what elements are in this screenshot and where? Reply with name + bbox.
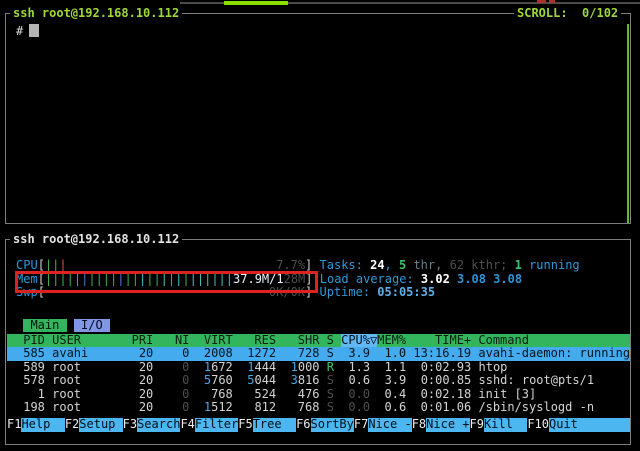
table-row[interactable]: 578 root 20 0 5760 5044 3816 S 0.6 3.9 0… (7, 374, 630, 388)
video-progress-marker (549, 0, 555, 3)
fkey-action-sortby[interactable]: SortBy (311, 418, 354, 432)
fkey-action-search[interactable]: Search (137, 418, 180, 432)
fkey-key-f9[interactable]: F9 (470, 418, 484, 432)
table-row[interactable]: 198 root 20 0 1512 812 768 S 0.0 0.6 0:0… (7, 401, 630, 415)
fkey-key-f2[interactable]: F2 (65, 418, 79, 432)
scrollbar[interactable] (627, 24, 629, 223)
fkey-key-f4[interactable]: F4 (180, 418, 194, 432)
fkey-action-nice-[interactable]: Nice + (426, 418, 469, 432)
process-table-header[interactable]: PID USER PRI NI VIRT RES SHR S CPU%▽MEM%… (7, 334, 630, 348)
fkey-key-f8[interactable]: F8 (412, 418, 426, 432)
fkey-action-quit[interactable]: Quit (549, 418, 630, 432)
fkey-key-f6[interactable]: F6 (296, 418, 310, 432)
pane-htop-title: ssh root@192.168.10.112 (10, 233, 182, 246)
fkey-action-filter[interactable]: Filter (195, 418, 238, 432)
table-row[interactable]: 589 root 20 0 1672 1444 1000 R 1.3 1.1 0… (7, 361, 630, 375)
table-row[interactable]: 585 avahi 20 0 2008 1272 728 S 3.9 1.0 1… (7, 347, 630, 361)
fkey-bar: F1Help F2Setup F3SearchF4FilterF5Tree F6… (7, 418, 630, 432)
annotation-red-box (15, 271, 318, 293)
shell-prompt[interactable]: # (16, 24, 23, 38)
fkey-key-f5[interactable]: F5 (238, 418, 252, 432)
pane-shell-border (5, 13, 631, 224)
fkey-action-tree[interactable]: Tree (253, 418, 296, 432)
video-progress-marker (537, 0, 546, 3)
table-row[interactable]: 1 root 20 0 768 524 476 S 0.0 0.4 0:02.1… (7, 388, 630, 402)
fkey-key-f10[interactable]: F10 (527, 418, 549, 432)
fkey-key-f7[interactable]: F7 (354, 418, 368, 432)
fkey-action-nice-[interactable]: Nice - (368, 418, 411, 432)
htop-tabs[interactable]: Main I/O (7, 319, 630, 333)
text-cursor (29, 24, 39, 37)
fkey-action-kill[interactable]: Kill (484, 418, 527, 432)
fkey-key-f3[interactable]: F3 (123, 418, 137, 432)
fkey-action-help[interactable]: Help (21, 418, 64, 432)
video-progress-bar (224, 1, 288, 5)
terminal-screen: { "colors": { "pane_border": "#7e7e7e", … (0, 0, 640, 451)
fkey-action-setup[interactable]: Setup (79, 418, 122, 432)
scroll-indicator: SCROLL: 0/102 (514, 7, 621, 20)
process-table: 585 avahi 20 0 2008 1272 728 S 3.9 1.0 1… (7, 347, 630, 415)
pane-shell-title: ssh root@192.168.10.112 (10, 7, 182, 20)
fkey-key-f1[interactable]: F1 (7, 418, 21, 432)
